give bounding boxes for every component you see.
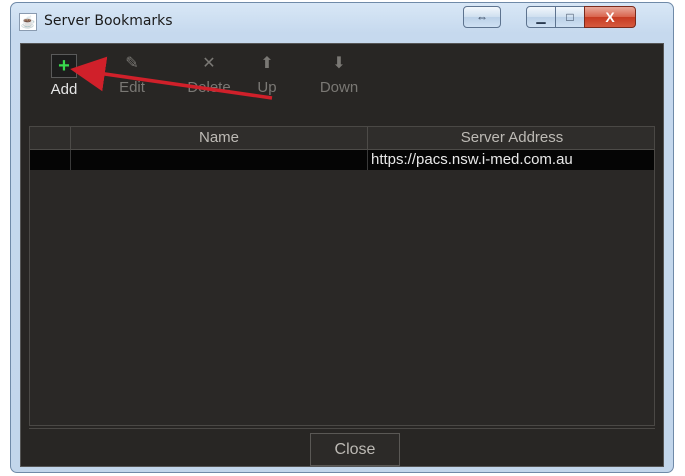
arrow-down-icon: ⬇ [332, 55, 346, 72]
down-button[interactable]: ⬇ Down [311, 50, 367, 110]
close-icon: X [605, 9, 615, 25]
window-title: Server Bookmarks [44, 13, 173, 29]
toolbar: + Add ✎ Edit ✕ Delete ⬆ Up ⬇ Down [29, 50, 629, 112]
server-bookmarks-window: ☕ Server Bookmarks ⇔ ▁ □ X + Add ✎ Edit … [10, 2, 674, 473]
down-label: Down [319, 79, 359, 96]
bookmark-name-cell[interactable] [71, 150, 368, 170]
edit-button[interactable]: ✎ Edit [107, 50, 157, 110]
client-area: + Add ✎ Edit ✕ Delete ⬆ Up ⬇ Down Name S… [20, 43, 664, 467]
edit-label: Edit [119, 79, 145, 96]
server-address-cell[interactable]: https://pacs.nsw.i-med.com.au [371, 150, 653, 170]
minimize-button[interactable]: ▁ [526, 6, 556, 28]
maximize-button[interactable]: □ [555, 6, 585, 28]
table-header: Name Server Address [30, 127, 654, 150]
footer: Close [29, 428, 655, 466]
bookmarks-table: Name Server Address https://pacs.nsw.i-m… [29, 126, 655, 426]
maximize-icon: □ [566, 10, 574, 24]
add-label: Add [50, 81, 78, 98]
delete-x-icon: ✕ [202, 55, 216, 72]
column-header-index[interactable] [30, 127, 71, 149]
window-close-button[interactable]: X [584, 6, 636, 28]
arrow-up-icon: ⬆ [260, 55, 274, 72]
swap-arrows-icon: ⇔ [476, 10, 488, 24]
close-button[interactable]: Close [310, 433, 400, 466]
up-label: Up [257, 79, 277, 96]
java-app-icon: ☕ [19, 13, 37, 31]
title-bar[interactable]: ☕ Server Bookmarks ⇔ ▁ □ X [11, 3, 673, 41]
swap-arrows-button[interactable]: ⇔ [463, 6, 501, 28]
pencil-icon: ✎ [125, 55, 139, 72]
table-row[interactable]: https://pacs.nsw.i-med.com.au [30, 150, 654, 170]
minimize-icon: ▁ [536, 10, 546, 24]
column-header-server-address[interactable]: Server Address [368, 127, 656, 149]
delete-button[interactable]: ✕ Delete [177, 50, 241, 110]
delete-label: Delete [187, 79, 231, 96]
up-button[interactable]: ⬆ Up [247, 50, 287, 110]
add-button[interactable]: + Add [47, 50, 81, 110]
row-index-cell [30, 150, 71, 170]
plus-icon: + [51, 54, 77, 78]
column-header-name[interactable]: Name [71, 127, 368, 149]
